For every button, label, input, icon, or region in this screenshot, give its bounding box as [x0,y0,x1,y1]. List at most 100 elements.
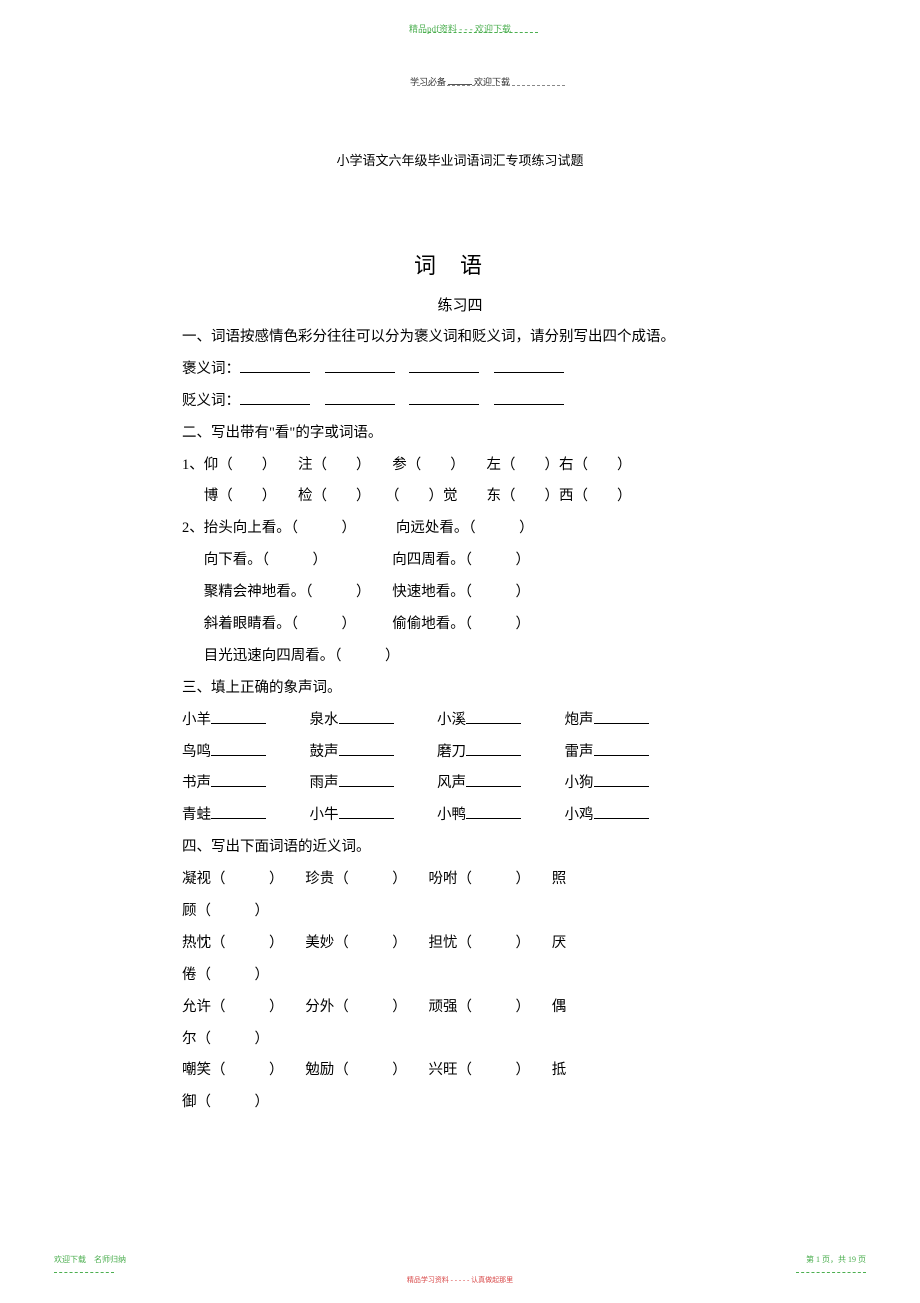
main-title: 词语 [0,248,920,280]
footer-right-suffix: 页 [856,1255,866,1264]
section1-row-negative: 贬义词： [182,386,782,418]
s3-item: 鼓声 [310,744,339,760]
blank [240,404,310,405]
s4-item: 勉励 [305,1062,334,1078]
blank [466,723,521,724]
blank [211,755,266,756]
header-row2-dashed [417,85,565,86]
blank [325,372,395,373]
blank [211,786,266,787]
s4-item: 热忱 [182,935,211,951]
header-top-underline [423,32,538,33]
section4-row-4: 允许（ ） 分外（ ） 顽强（ ） 偶 [182,992,782,1024]
s4-item: 担忧 [429,935,458,951]
section3-row-1: 鸟鸣 鼓声 磨刀 雷声 [182,737,782,769]
s4-item: 倦 [182,967,197,983]
blank [466,818,521,819]
s4-item: 凝视 [182,871,211,887]
s4-item: 吩咐 [429,871,458,887]
section2-row1: 1、仰（ ） 注（ ） 参（ ） 左（ ）右（ ） [182,450,782,482]
s4-item: 珍贵 [305,871,334,887]
s3-item: 小羊 [182,712,211,728]
section2-row2e: 目光迅速向四周看。（ ） [182,641,782,673]
section1-row2-label: 贬义词： [182,393,240,409]
section3-row-0: 小羊 泉水 小溪 炮声 [182,705,782,737]
blank [325,404,395,405]
section4-row-2: 热忱（ ） 美妙（ ） 担忧（ ） 厌 [182,928,782,960]
s4-item: 御 [182,1094,197,1110]
blank [494,404,564,405]
blank [211,723,266,724]
blank [211,818,266,819]
section2-row2c: 聚精会神地看。（ ） 快速地看。（ ） [182,577,782,609]
section3-heading: 三、填上正确的象声词。 [182,673,782,705]
footer-right: 第 1 页，共 19 页 [806,1254,866,1265]
footer-right-prefix: 第 [806,1255,816,1264]
s3-item: 书声 [182,775,211,791]
blank [594,786,649,787]
blank [339,786,394,787]
footer-left: 欢迎下载 名师归纳 [54,1254,126,1265]
footer-center: 精品学习资料 - - - - - 认真做起那里 [0,1275,920,1285]
section4-row-0: 凝视（ ） 珍贵（ ） 吩咐（ ） 照 [182,864,782,896]
document-title: 小学语文六年级毕业词语词汇专项练习试题 [0,150,920,169]
blank [339,723,394,724]
section1-row1-label: 褒义词： [182,361,240,377]
section4-row-1: 顾（ ） [182,896,782,928]
s3-item: 炮声 [565,712,594,728]
s4-item: 照 [552,871,567,887]
blank [494,372,564,373]
s3-item: 小鸡 [565,807,594,823]
s4-item: 嘲笑 [182,1062,211,1078]
section2-row1b: 博（ ） 检（ ） （ ）觉 东（ ）西（ ） [182,481,782,513]
blank [409,372,479,373]
header-row-2: 学习必备欢迎下载 [0,75,920,88]
sub-title: 练习四 [0,294,920,315]
s4-item: 偶 [552,999,567,1015]
section2-row2: 2、抬头向上看。（ ） 向远处看。（ ） [182,513,782,545]
blank [466,755,521,756]
s3-item: 风声 [437,775,466,791]
content-body: 一、词语按感情色彩分往往可以分为褒义词和贬义词，请分别写出四个成语。 褒义词： … [182,322,782,1119]
s4-item: 分外 [305,999,334,1015]
s4-item: 美妙 [305,935,334,951]
section2-heading: 二、写出带有"看"的字或词语。 [182,418,782,450]
blank [339,755,394,756]
s3-item: 小牛 [310,807,339,823]
section4-row-7: 御（ ） [182,1087,782,1119]
blank [594,755,649,756]
s3-item: 雷声 [565,744,594,760]
s3-item: 鸟鸣 [182,744,211,760]
section4-row-6: 嘲笑（ ） 勉励（ ） 兴旺（ ） 抵 [182,1055,782,1087]
s4-item: 兴旺 [429,1062,458,1078]
header-top-green: 精品pdf资料 - - - 欢迎下载 [0,22,920,35]
section2-row2d: 斜着眼睛看。（ ） 偷偷地看。（ ） [182,609,782,641]
section3-row-2: 书声 雨声 风声 小狗 [182,768,782,800]
footer-left-underline [54,1272,114,1273]
footer-right-mid: 页，共 [820,1255,848,1264]
section1-heading: 一、词语按感情色彩分往往可以分为褒义词和贬义词，请分别写出四个成语。 [182,322,782,354]
footer-page-total: 19 [848,1255,856,1264]
blank [409,404,479,405]
blank [240,372,310,373]
s4-item: 顾 [182,903,197,919]
s3-item: 泉水 [310,712,339,728]
blank [594,818,649,819]
s3-item: 雨声 [310,775,339,791]
section3-row-3: 青蛙 小牛 小鸭 小鸡 [182,800,782,832]
section4-row-5: 尔（ ） [182,1024,782,1056]
s3-item: 小溪 [437,712,466,728]
s3-item: 青蛙 [182,807,211,823]
section2-row2b: 向下看。（ ） 向四周看。（ ） [182,545,782,577]
s4-item: 顽强 [429,999,458,1015]
blank [466,786,521,787]
s3-item: 小鸭 [437,807,466,823]
footer-right-underline [796,1272,866,1273]
s4-item: 尔 [182,1031,197,1047]
blank [594,723,649,724]
s3-item: 磨刀 [437,744,466,760]
s4-item: 抵 [552,1062,567,1078]
section4-row-3: 倦（ ） [182,960,782,992]
blank [339,818,394,819]
s4-item: 允许 [182,999,211,1015]
